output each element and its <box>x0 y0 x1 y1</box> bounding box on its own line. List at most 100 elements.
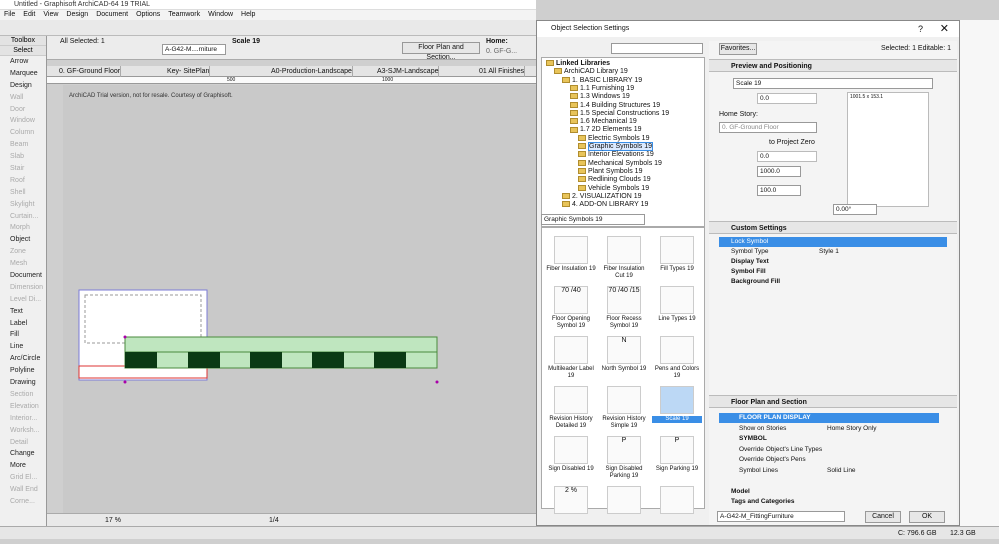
toolbox-item[interactable]: Door <box>0 104 46 116</box>
toolbox-item[interactable]: Line <box>0 341 46 353</box>
toolbox-item[interactable]: Shell <box>0 187 46 199</box>
scale-symbol-drawing[interactable] <box>63 85 536 513</box>
toolbox-item[interactable]: Polyline <box>0 365 46 377</box>
favorites-button[interactable]: Favorites... <box>719 43 757 55</box>
layer-select[interactable]: A-G42-M_FittingFurniture <box>717 511 845 522</box>
floor-plan-setting-row[interactable]: Override Object's Pens <box>719 455 939 465</box>
floor-plan-setting-row[interactable]: Show on Stories Home Story Only <box>719 424 939 434</box>
toolbox-item[interactable]: Change <box>0 448 46 460</box>
library-tree-node[interactable]: Graphic Symbols 19 <box>578 142 654 151</box>
toolbox-item[interactable]: Design <box>0 80 46 92</box>
toolbox-item[interactable]: Morph <box>0 222 46 234</box>
toolbox-item[interactable]: Skylight <box>0 199 46 211</box>
floor-plan-setting-row[interactable]: Symbol Lines Solid Line <box>719 466 939 476</box>
toolbox-item[interactable]: Drawing <box>0 377 46 389</box>
menu-item[interactable]: Help <box>237 11 259 18</box>
library-tree-node[interactable]: ArchiCAD Library 19 <box>554 68 628 76</box>
library-tree-node[interactable]: Interior Elevations 19 <box>578 151 654 159</box>
toolbox-item[interactable]: Elevation <box>0 401 46 413</box>
floor-plan-setting-row[interactable]: Override Object's Line Types <box>719 445 939 455</box>
view-tab[interactable]: 0. GF-Ground Floor <box>47 66 122 77</box>
elevation2-field[interactable]: 0.0 <box>757 151 817 162</box>
angle-field[interactable]: 0.00° <box>833 204 877 215</box>
view-tab[interactable]: A3-SJM-Landscape <box>365 66 440 77</box>
toolbox-item[interactable]: Slab <box>0 151 46 163</box>
toolbox-item[interactable]: Window <box>0 115 46 127</box>
preview-positioning-header[interactable]: Preview and Positioning <box>709 59 957 72</box>
custom-setting-row[interactable]: Lock Symbol <box>719 237 947 247</box>
toolbox-item[interactable]: Wall End <box>0 484 46 496</box>
toolbox-item[interactable]: More <box>0 460 46 472</box>
toolbox-item[interactable]: Column <box>0 127 46 139</box>
elevation-field[interactable]: 0.0 <box>757 93 817 104</box>
library-tree-node[interactable]: Redlining Clouds 19 <box>578 176 651 184</box>
library-tree-node[interactable]: 1. BASIC LIBRARY 19 <box>562 77 642 85</box>
toolbox-item[interactable]: Mesh <box>0 258 46 270</box>
view-tab[interactable]: A0-Production-Landscape <box>259 66 353 77</box>
help-icon[interactable]: ? <box>918 24 923 34</box>
custom-setting-row[interactable]: Symbol Type Style 1 <box>719 247 947 257</box>
library-tree-node[interactable]: 2. VISUALIZATION 19 <box>562 193 642 201</box>
menu-item[interactable]: Teamwork <box>164 11 204 18</box>
toolbox-item[interactable]: Wall <box>0 92 46 104</box>
toolbox-item[interactable]: Roof <box>0 175 46 187</box>
toolbox-item[interactable]: Fill <box>0 329 46 341</box>
custom-setting-row[interactable]: Background Fill <box>719 277 947 287</box>
toolbox-item[interactable]: Level Di... <box>0 294 46 306</box>
toolbox-item[interactable]: Stair <box>0 163 46 175</box>
menu-item[interactable]: Edit <box>19 11 39 18</box>
toolbox-item[interactable]: Beam <box>0 139 46 151</box>
floor-plan-setting-row[interactable]: FLOOR PLAN DISPLAY <box>719 413 939 423</box>
ok-button[interactable]: OK <box>909 511 945 523</box>
menu-item[interactable]: Options <box>132 11 164 18</box>
library-tree-node[interactable]: 1.1 Furnishing 19 <box>570 85 634 93</box>
toolbox-item[interactable]: Worksh... <box>0 425 46 437</box>
menu-item[interactable]: Design <box>62 11 92 18</box>
menu-item[interactable]: File <box>0 11 19 18</box>
library-tree-node[interactable]: 4. ADD-ON LIBRARY 19 <box>562 201 648 209</box>
width-field[interactable]: 1000.0 <box>757 166 801 177</box>
toolbox-item[interactable]: Grid El... <box>0 472 46 484</box>
library-tree-node[interactable]: 1.7 2D Elements 19 <box>570 126 641 134</box>
toolbox-item[interactable]: Arc/Circle <box>0 353 46 365</box>
library-tree-node[interactable]: Plant Symbols 19 <box>578 168 642 176</box>
library-tree[interactable]: Linked Libraries ArchiCAD Library 19 1. BA… <box>541 57 705 227</box>
library-tree-node[interactable]: 1.4 Building Structures 19 <box>570 102 660 110</box>
library-tree-node[interactable]: 1.6 Mechanical 19 <box>570 118 637 126</box>
library-tree-node[interactable]: 1.5 Special Constructions 19 <box>570 110 669 118</box>
floor-plan-setting-row[interactable]: SYMBOL <box>719 434 939 444</box>
object-name-field[interactable]: Scale 19 <box>733 78 933 89</box>
toolbox-item[interactable]: Label <box>0 318 46 330</box>
layer-field[interactable]: A-G42-M....rniture <box>162 44 226 55</box>
toolbox-item[interactable]: Text <box>0 306 46 318</box>
object-gallery[interactable]: Fiber Insulation 19 Fiber Insulation Cut … <box>541 227 705 514</box>
library-tree-node[interactable]: Linked Libraries <box>546 60 610 68</box>
floor-plan-section-button[interactable]: Floor Plan and Section... <box>402 42 480 61</box>
model-section[interactable]: Model <box>731 487 750 497</box>
view-tab[interactable]: Key- SitePlan <box>155 66 211 77</box>
library-tree-node[interactable]: Mechanical Symbols 19 <box>578 160 662 168</box>
floor-plan-section-header[interactable]: Floor Plan and Section <box>709 395 957 408</box>
tags-section[interactable]: Tags and Categories <box>731 497 794 507</box>
library-tree-node[interactable]: 1.3 Windows 19 <box>570 93 630 101</box>
custom-setting-row[interactable]: Display Text <box>719 257 947 267</box>
height-field[interactable]: 100.0 <box>757 185 801 196</box>
drawing-canvas[interactable]: ArchiCAD Trial version, not for resale. … <box>63 85 536 513</box>
folder-select[interactable]: Graphic Symbols 19 <box>541 214 645 225</box>
toolbox-item[interactable]: Dimension <box>0 282 46 294</box>
custom-settings-header[interactable]: Custom Settings <box>709 221 957 234</box>
library-tree-node[interactable]: Vehicle Symbols 19 <box>578 185 649 193</box>
toolbox-item[interactable]: Interior... <box>0 413 46 425</box>
toolbox-item[interactable]: Detail <box>0 437 46 449</box>
toolbox-item[interactable]: Document <box>0 270 46 282</box>
custom-setting-row[interactable]: Symbol Fill <box>719 267 947 277</box>
cancel-button[interactable]: Cancel <box>865 511 901 523</box>
menu-item[interactable]: View <box>39 11 62 18</box>
toolbox-item[interactable]: Arrow <box>0 56 46 68</box>
menu-item[interactable]: Document <box>92 11 132 18</box>
toolbox-item[interactable]: Zone <box>0 246 46 258</box>
toolbox-item[interactable]: Corne... <box>0 496 46 508</box>
toolbox-item[interactable]: Section <box>0 389 46 401</box>
menu-item[interactable]: Window <box>204 11 237 18</box>
toolbox-item[interactable]: Marquee <box>0 68 46 80</box>
